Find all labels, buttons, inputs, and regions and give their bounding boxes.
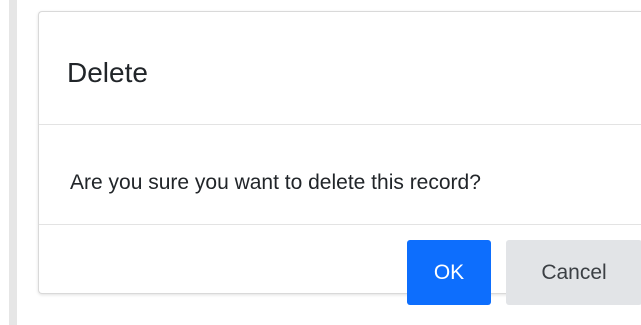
background-scrollbar-strip	[9, 0, 17, 325]
dialog-body: Are you sure you want to delete this rec…	[39, 125, 641, 225]
dialog-header: Delete	[39, 12, 641, 125]
delete-confirmation-dialog: Delete Are you sure you want to delete t…	[38, 11, 641, 305]
dialog-footer: OK Cancel	[39, 225, 641, 305]
ok-button[interactable]: OK	[407, 240, 491, 305]
cancel-button[interactable]: Cancel	[506, 240, 641, 305]
dialog-title: Delete	[67, 57, 148, 88]
dialog-message: Are you sure you want to delete this rec…	[70, 171, 481, 194]
page: Delete Are you sure you want to delete t…	[0, 0, 641, 325]
